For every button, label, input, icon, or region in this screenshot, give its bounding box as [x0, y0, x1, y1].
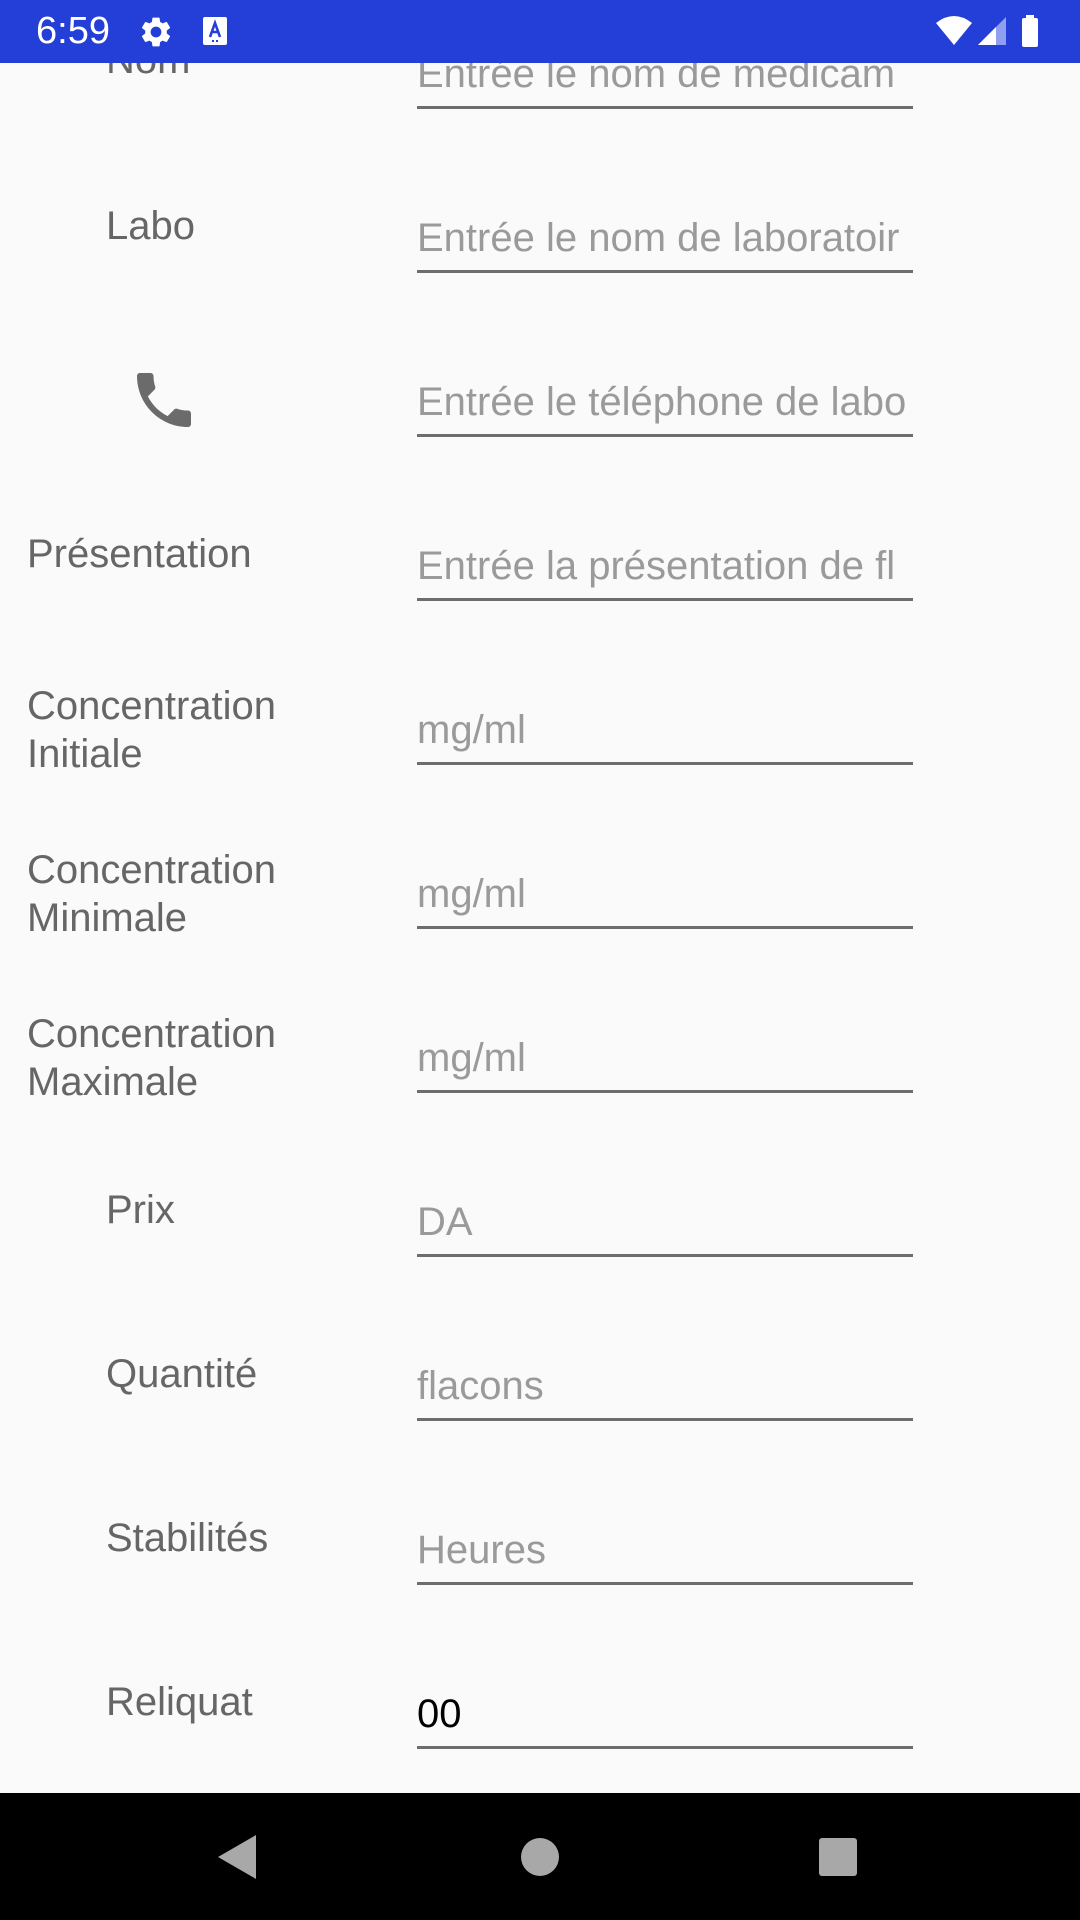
recents-square-icon[interactable]: [810, 1829, 866, 1885]
concentration-maximale-placeholder: mg/ml: [417, 1036, 526, 1080]
quantite-input[interactable]: flacons: [417, 1358, 913, 1421]
concentration-minimale-label-line1: Concentration: [27, 848, 277, 892]
settings-gear-icon: [141, 17, 171, 47]
reliquat-label: Reliquat: [106, 1680, 253, 1724]
concentration-maximale-input[interactable]: mg/ml: [417, 1030, 913, 1093]
labo-input[interactable]: Entrée le nom de laboratoir: [417, 210, 913, 273]
concentration-minimale-placeholder: mg/ml: [417, 872, 526, 916]
presentation-input[interactable]: Entrée la présentation de fl: [417, 538, 913, 601]
status-time: 6:59: [36, 10, 110, 52]
concentration-minimale-label-line2: Minimale: [27, 896, 188, 940]
presentation-label: Présentation: [27, 532, 252, 576]
stabilites-placeholder: Heures: [417, 1528, 546, 1572]
medication-form: Nom Entrée le nom de medicam Labo Entrée…: [0, 0, 1080, 1793]
wifi-signal-battery-group: [936, 15, 1038, 47]
labo-label: Labo: [106, 204, 195, 248]
concentration-initiale-placeholder: mg/ml: [417, 708, 526, 752]
status-bar: 6:59: [0, 0, 1080, 63]
concentration-minimale-input[interactable]: mg/ml: [417, 866, 913, 929]
stabilites-input[interactable]: Heures: [417, 1522, 913, 1585]
reliquat-input[interactable]: 00: [417, 1686, 913, 1749]
concentration-maximale-label-line1: Concentration: [27, 1012, 277, 1056]
concentration-initiale-input[interactable]: mg/ml: [417, 702, 913, 765]
phone-placeholder: Entrée le téléphone de labo: [417, 380, 907, 424]
stabilites-label: Stabilités: [106, 1516, 269, 1560]
prix-input[interactable]: DA: [417, 1194, 913, 1257]
concentration-initiale-label-line2: Initiale: [27, 732, 143, 776]
presentation-placeholder: Entrée la présentation de fl: [417, 544, 896, 588]
prix-label: Prix: [106, 1188, 175, 1232]
back-triangle-icon[interactable]: [210, 1829, 266, 1885]
labo-placeholder: Entrée le nom de laboratoir: [417, 216, 900, 260]
battery-icon: [1022, 15, 1038, 47]
concentration-initiale-label-line1: Concentration: [27, 684, 277, 728]
navigation-bar: [0, 1793, 1080, 1920]
phone-input[interactable]: Entrée le téléphone de labo: [417, 374, 913, 437]
accessibility-a-icon: [203, 17, 227, 45]
quantite-placeholder: flacons: [417, 1364, 544, 1408]
phone-icon: [137, 373, 191, 427]
concentration-maximale-label-line2: Maximale: [27, 1060, 199, 1104]
status-right-icons: [934, 13, 1046, 49]
cell-signal-icon: [978, 17, 1006, 45]
quantite-label: Quantité: [106, 1352, 258, 1396]
prix-placeholder: DA: [417, 1200, 473, 1244]
home-circle-icon[interactable]: [512, 1829, 568, 1885]
wifi-icon: [936, 16, 972, 45]
reliquat-value: 00: [417, 1692, 462, 1736]
